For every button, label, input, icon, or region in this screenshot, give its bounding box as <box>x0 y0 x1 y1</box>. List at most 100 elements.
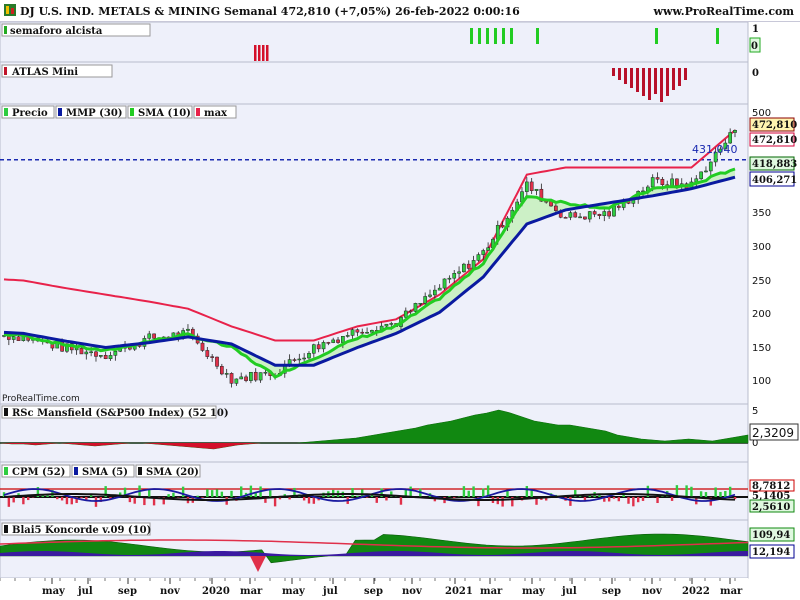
price-tick-100: 100 <box>752 376 771 387</box>
panel-rsc: RSc Mansfield (S&P500 Index) (52 10) 5 0… <box>0 403 799 463</box>
candle <box>186 328 190 331</box>
candle <box>428 294 432 297</box>
cpm-bar <box>196 495 199 497</box>
cpm-bar <box>530 490 533 497</box>
cpm-bar <box>704 492 708 497</box>
x-label: nov <box>402 586 423 597</box>
badge-sma: 418,883 <box>752 159 797 170</box>
cpm-bar <box>569 497 572 506</box>
semaforo-bar <box>478 28 481 44</box>
panel-atlas: ATLAS Mini 0 <box>0 61 759 105</box>
candle <box>365 331 369 334</box>
cpm-bar <box>60 497 64 501</box>
x-label: jul <box>77 586 93 597</box>
cpm-bar <box>167 494 170 497</box>
candle <box>607 211 611 217</box>
atlas-bar <box>624 68 627 84</box>
semaforo-bar <box>486 28 489 44</box>
cpm-bar <box>215 489 219 497</box>
semaforo-bar <box>536 28 539 44</box>
candle <box>292 359 297 361</box>
candle <box>476 254 481 261</box>
cpm-bar <box>361 489 364 497</box>
cpm-bar <box>656 497 659 504</box>
candle <box>205 350 210 357</box>
semaforo-bar <box>262 45 265 61</box>
semaforo-bar <box>502 28 505 44</box>
cpm-bar <box>641 497 645 501</box>
cpm-bar <box>220 491 224 497</box>
panel-cpm: CPM (52) SMA (5) SMA (20) 8,7812 5,1405 … <box>0 461 795 521</box>
cpm-bar <box>210 490 214 497</box>
candle <box>389 323 394 325</box>
cpm-bar <box>312 497 316 504</box>
cpm-bar <box>181 486 185 497</box>
cpm-bar <box>385 497 388 501</box>
cpm-bar <box>724 491 727 497</box>
site-url[interactable]: www.ProRealTime.com <box>654 5 795 18</box>
cpm-bar <box>12 497 15 503</box>
candle <box>239 376 244 380</box>
cpm-bar <box>399 497 403 505</box>
candle <box>534 188 539 191</box>
cpm-bar <box>375 497 378 503</box>
candle <box>655 177 660 180</box>
candle <box>321 342 326 350</box>
candle <box>660 178 665 185</box>
panel-price: Precio MMP (30) SMA (10) max 500 350 300… <box>0 103 797 405</box>
candle <box>307 353 311 359</box>
cpm-bar <box>269 490 272 497</box>
cpm-bar <box>699 491 703 497</box>
semaforo-label: semaforo alcista <box>10 26 103 37</box>
x-label: mar <box>720 586 743 597</box>
candle <box>89 351 93 354</box>
semaforo-bar <box>494 28 497 44</box>
atlas-bar <box>648 68 651 100</box>
badge-max: 472,810 <box>752 135 797 146</box>
atlas-tick-0: 0 <box>752 68 759 79</box>
x-label: nov <box>160 586 181 597</box>
candle <box>152 333 156 339</box>
atlas-bar <box>672 68 675 90</box>
semaforo-bar <box>254 45 257 61</box>
cpm-bar <box>80 497 83 499</box>
candle <box>704 170 708 173</box>
candle <box>728 132 733 144</box>
candle <box>708 161 713 172</box>
cpm-bar <box>627 497 630 504</box>
cpm-bar <box>365 497 369 498</box>
atlas-bar <box>654 68 657 94</box>
x-axis: may jul sep nov 2020 mar may jul sep nov 2021 mar ma… <box>0 578 748 600</box>
cpm-sma5-label: SMA (5) <box>82 467 128 478</box>
cpm-bar <box>467 490 470 497</box>
x-label: may <box>522 586 546 597</box>
candle <box>597 213 602 216</box>
candle <box>341 335 345 343</box>
cpm-bar <box>482 488 485 497</box>
semaforo-bar <box>655 28 658 44</box>
chart-area[interactable]: semaforo alcista 1 0 ATLAS Mini 0 Precio… <box>0 22 800 600</box>
cpm-bar <box>462 486 466 497</box>
candle <box>103 355 108 359</box>
atlas-bar <box>630 68 633 88</box>
cpm-badge-3: 2,5610 <box>752 502 790 513</box>
candle <box>370 330 374 333</box>
candle <box>331 339 336 343</box>
candle <box>384 323 389 327</box>
candle <box>568 212 573 218</box>
price-legend: Precio MMP (30) SMA (10) max <box>1 105 237 119</box>
candle <box>462 263 466 273</box>
candle <box>113 351 118 356</box>
candle <box>650 177 655 188</box>
candle <box>224 373 229 375</box>
candle <box>253 371 258 381</box>
cpm-bar <box>273 497 277 507</box>
price-badges: 472,810 472,810 418,883 406,271 <box>749 117 797 187</box>
semaforo-tick-1: 1 <box>752 24 759 35</box>
blai-badge-1: 109,94 <box>752 530 790 541</box>
candle <box>219 366 224 375</box>
cpm-bar <box>128 497 132 503</box>
candle <box>413 303 418 312</box>
cpm-bar <box>453 497 456 498</box>
cpm-bar <box>525 485 529 497</box>
